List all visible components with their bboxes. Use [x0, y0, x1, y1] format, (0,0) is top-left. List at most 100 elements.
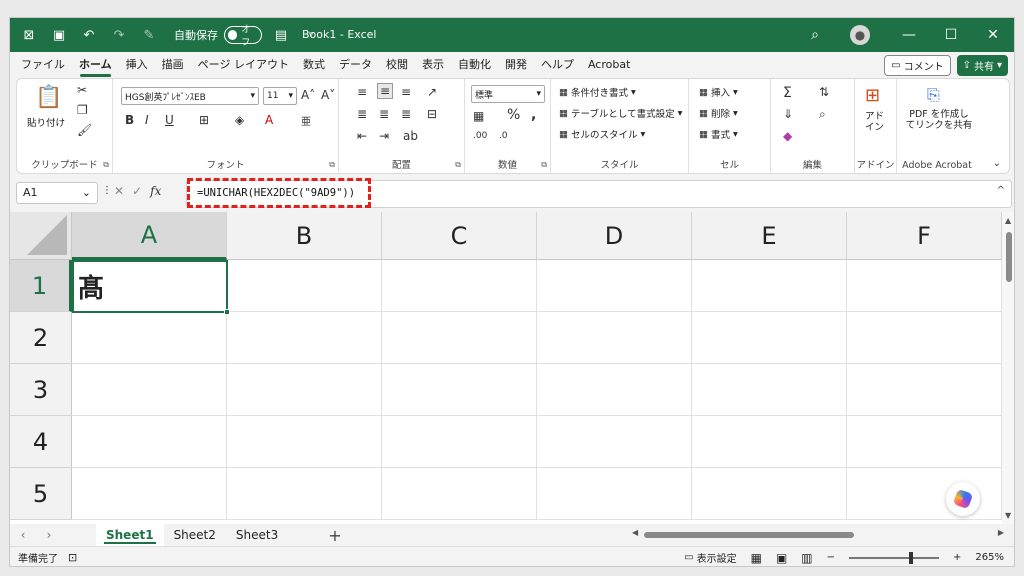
tab-developer[interactable]: 開発 [498, 52, 534, 78]
phonetic-icon[interactable]: 亜 [301, 113, 311, 128]
sheet-tab-3[interactable]: Sheet3 [226, 524, 288, 546]
decrease-decimal-icon[interactable]: .0 [499, 131, 508, 141]
font-size-select[interactable]: 11 ▾ [263, 87, 297, 105]
orientation-icon[interactable]: ↗ [427, 85, 437, 99]
sheet-tab-1[interactable]: Sheet1 [96, 524, 164, 546]
zoom-slider[interactable] [849, 551, 940, 564]
format-painter-icon[interactable]: 🖌 [77, 123, 92, 137]
row-header-5[interactable]: 5 [10, 468, 72, 520]
prev-sheet-icon[interactable]: ‹ [10, 528, 36, 542]
cell[interactable] [847, 260, 1002, 312]
column-header-b[interactable]: B [227, 212, 382, 260]
column-header-a[interactable]: A [72, 212, 227, 260]
cut-icon[interactable]: ✂ [77, 83, 87, 97]
cell[interactable] [692, 468, 847, 520]
cell[interactable] [72, 468, 227, 520]
copilot-button[interactable] [946, 482, 980, 516]
border-icon[interactable]: ⊞ [199, 113, 209, 127]
enter-icon[interactable]: ✓ [132, 184, 142, 198]
cell[interactable] [227, 260, 382, 312]
cell[interactable] [692, 416, 847, 468]
cell[interactable] [227, 364, 382, 416]
row-header-3[interactable]: 3 [10, 364, 72, 416]
launcher-icon[interactable]: ⧉ [329, 160, 335, 170]
tab-draw[interactable]: 描画 [155, 52, 191, 78]
align-top-icon[interactable]: ≡ [357, 85, 367, 99]
more-options-icon[interactable]: ⋮ [102, 185, 112, 196]
align-left-icon[interactable]: ≣ [357, 107, 367, 121]
page-layout-view-icon[interactable]: ▣ [776, 551, 787, 565]
cell[interactable] [382, 364, 537, 416]
scroll-right-icon[interactable]: ▶ [998, 528, 1004, 537]
vertical-scrollbar[interactable]: ▲ ▼ [1002, 212, 1014, 524]
tab-help[interactable]: ヘルプ [534, 52, 581, 78]
cell[interactable] [537, 260, 692, 312]
formula-input[interactable]: =UNICHAR(HEX2DEC("9AD9")) ^ [186, 178, 1012, 208]
tab-file[interactable]: ファイル [14, 52, 72, 78]
currency-icon[interactable]: ▦ [473, 109, 484, 123]
column-header-e[interactable]: E [692, 212, 847, 260]
row-header-4[interactable]: 4 [10, 416, 72, 468]
cell[interactable] [72, 416, 227, 468]
cell[interactable] [72, 364, 227, 416]
tab-review[interactable]: 校閲 [379, 52, 415, 78]
wrap-text-icon[interactable]: ab [403, 129, 418, 143]
addins-button-label[interactable]: アド イン [865, 111, 884, 134]
launcher-icon[interactable]: ⧉ [103, 160, 109, 170]
cell[interactable] [72, 312, 227, 364]
avatar[interactable]: ● [850, 25, 870, 45]
tab-page-layout[interactable]: ページ レイアウト [191, 52, 296, 78]
pdf-share-icon[interactable]: ⎘ [927, 85, 940, 105]
column-header-c[interactable]: C [382, 212, 537, 260]
autosum-icon[interactable]: Σ [783, 85, 792, 101]
delete-cells-button[interactable]: ▦ 削除 ▾ [699, 106, 738, 121]
cell[interactable] [227, 312, 382, 364]
create-pdf-label[interactable]: PDF を作成し てリンクを共有 [903, 109, 975, 132]
cell[interactable] [847, 312, 1002, 364]
chevron-up-icon[interactable]: ^ [997, 185, 1005, 196]
cell[interactable] [227, 468, 382, 520]
cell[interactable] [537, 468, 692, 520]
comment-button[interactable]: ▭ コメント [884, 55, 951, 76]
merge-icon[interactable]: ⊟ [427, 107, 437, 121]
close-icon[interactable]: ✕ [972, 27, 1014, 43]
hscroll-thumb[interactable] [644, 532, 854, 538]
cell[interactable] [537, 364, 692, 416]
increase-font-icon[interactable]: A˄ [301, 88, 315, 102]
conditional-format-button[interactable]: ▦ 条件付き書式 ▾ [559, 85, 636, 100]
minimize-icon[interactable]: — [888, 27, 930, 43]
name-box[interactable]: A1 ⌄ [16, 182, 98, 204]
undo-icon[interactable]: ↶ [78, 24, 100, 46]
cell[interactable] [382, 260, 537, 312]
zoom-level[interactable]: 265% [975, 552, 1004, 563]
tab-insert[interactable]: 挿入 [119, 52, 155, 78]
underline-icon[interactable]: U [165, 113, 174, 127]
page-break-view-icon[interactable]: ▥ [801, 551, 812, 565]
tab-formulas[interactable]: 数式 [296, 52, 332, 78]
cancel-icon[interactable]: ✕ [114, 184, 124, 198]
cell[interactable] [692, 260, 847, 312]
next-sheet-icon[interactable]: › [36, 528, 62, 542]
align-center-icon[interactable]: ≣ [379, 107, 389, 121]
share-button[interactable]: ⇪ 共有 ▾ [956, 55, 1008, 76]
accessibility-icon[interactable]: ⊡ [68, 551, 77, 564]
sort-filter-icon[interactable]: ⇅ [819, 85, 829, 99]
increase-indent-icon[interactable]: ⇥ [379, 129, 389, 143]
cell[interactable] [847, 416, 1002, 468]
number-format-select[interactable]: 標準 ▾ [471, 85, 545, 103]
cell[interactable] [692, 364, 847, 416]
tab-automate[interactable]: 自動化 [451, 52, 498, 78]
cell[interactable] [537, 312, 692, 364]
tab-data[interactable]: データ [332, 52, 379, 78]
sheet-tab-2[interactable]: Sheet2 [164, 524, 226, 546]
scroll-thumb[interactable] [1006, 232, 1012, 282]
align-middle-icon[interactable]: ≡ [377, 83, 394, 99]
zoom-in-icon[interactable]: + [953, 552, 961, 563]
decrease-indent-icon[interactable]: ⇤ [357, 129, 367, 143]
zoom-knob[interactable] [909, 551, 914, 564]
fill-handle[interactable] [224, 309, 230, 315]
cell[interactable] [537, 416, 692, 468]
maximize-icon[interactable]: ☐ [930, 27, 972, 43]
cell[interactable] [382, 312, 537, 364]
brush-icon[interactable]: ✎ [138, 24, 160, 46]
